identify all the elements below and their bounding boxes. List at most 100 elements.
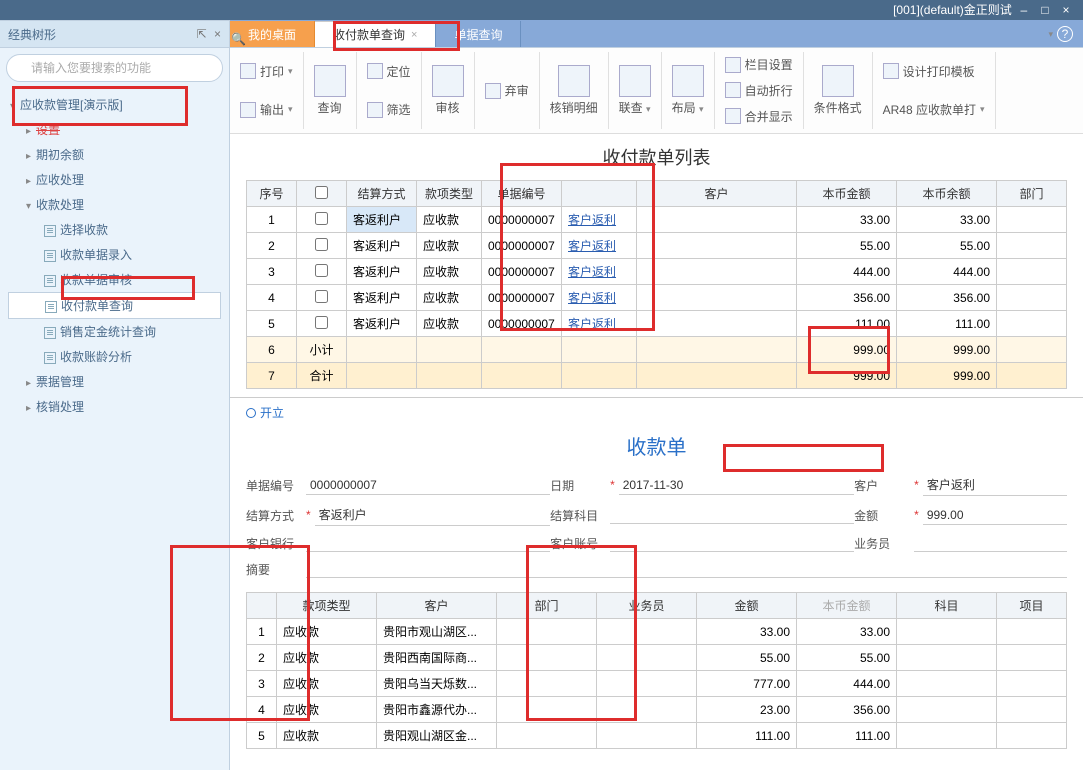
customer-link[interactable]: 客户返利 xyxy=(568,291,616,305)
tree-item-hexiao[interactable]: ▸核销处理 xyxy=(8,394,221,419)
customer-link[interactable]: 客户返利 xyxy=(568,265,616,279)
select-all-checkbox[interactable] xyxy=(315,186,328,199)
filter-button[interactable]: 筛选 xyxy=(367,99,411,120)
printer-icon xyxy=(240,63,256,79)
tree-item-shenhe[interactable]: 收款单据审核 xyxy=(8,267,221,292)
customer-link[interactable]: 客户返利 xyxy=(568,213,616,227)
col-jsfs[interactable]: 结算方式 xyxy=(347,181,417,207)
table-row[interactable]: 1 客返利户应收款 0000000007客户返利 33.0033.00 xyxy=(247,207,1067,233)
tree-item-setup[interactable]: ▸设置 xyxy=(8,117,221,142)
col-kxlx[interactable]: 款项类型 xyxy=(417,181,482,207)
col-bbje[interactable]: 本币金额 xyxy=(797,181,897,207)
tree-item-chaxun[interactable]: 收付款单查询 xyxy=(8,292,221,319)
field-kehu[interactable]: 客户返利 xyxy=(923,474,1067,496)
tree-item-luru[interactable]: 收款单据录入 xyxy=(8,242,221,267)
field-khzh[interactable] xyxy=(610,534,854,552)
doc-icon xyxy=(44,225,56,237)
field-ywy[interactable] xyxy=(914,534,1067,552)
min-button[interactable]: – xyxy=(1015,0,1033,20)
table-row[interactable]: 2 客返利户应收款 0000000007客户返利 55.0055.00 xyxy=(247,233,1067,259)
list-title: 收付款单列表 xyxy=(230,134,1083,180)
search-input[interactable] xyxy=(6,54,223,82)
doc-icon xyxy=(44,250,56,262)
tree-item-xuanze[interactable]: 选择收款 xyxy=(8,217,221,242)
customer-link[interactable]: 客户返利 xyxy=(568,317,616,331)
filter-icon xyxy=(367,102,383,118)
table-row[interactable]: 5 客返利户应收款 0000000007客户返利 111.00111.00 xyxy=(247,311,1067,337)
field-jine[interactable]: 999.00 xyxy=(923,506,1067,525)
lanmu-button[interactable]: 栏目设置 xyxy=(725,54,793,75)
tree-item-shoukuan[interactable]: ▾收款处理 xyxy=(8,192,221,217)
sidebar-title: 经典树形 xyxy=(8,26,56,43)
columns-icon xyxy=(725,57,741,73)
query-button[interactable]: 查询 xyxy=(314,63,346,118)
format-icon xyxy=(822,65,854,97)
tree-root[interactable]: ▾应收款管理[演示版] xyxy=(8,92,221,117)
col-xuhao[interactable]: 序号 xyxy=(247,181,297,207)
close-icon[interactable]: × xyxy=(214,27,221,41)
col-checkbox[interactable] xyxy=(297,181,347,207)
field-zhaiyao[interactable] xyxy=(306,560,1067,578)
zhehang-button[interactable]: 自动折行 xyxy=(725,80,793,101)
abandon-button[interactable]: 弃审 xyxy=(485,80,529,101)
field-riqi[interactable]: 2017-11-30 xyxy=(619,476,854,495)
detail-icon xyxy=(558,65,590,97)
ar48-button[interactable]: AR48 应收款单打▾ xyxy=(883,99,985,120)
table-row[interactable]: 4 客返利户应收款 0000000007客户返利 356.00356.00 xyxy=(247,285,1067,311)
table-row[interactable]: 3应收款贵阳乌当天烁数...777.00444.00 xyxy=(247,671,1067,697)
detail-title: 收款单 xyxy=(246,427,1067,470)
col-bumen[interactable]: 部门 xyxy=(997,181,1067,207)
row-checkbox[interactable] xyxy=(315,290,328,303)
hebing-button[interactable]: 合并显示 xyxy=(725,106,793,127)
template-icon xyxy=(883,63,899,79)
dayin-button[interactable]: 设计打印模板 xyxy=(883,61,975,82)
tab-query[interactable]: 收付款单查询× xyxy=(315,21,436,47)
close-icon[interactable]: × xyxy=(411,29,417,41)
table-row[interactable]: 3 客返利户应收款 0000000007客户返利 444.00444.00 xyxy=(247,259,1067,285)
table-row[interactable]: 4应收款贵阳市鑫源代办...23.00356.00 xyxy=(247,697,1067,723)
col-kehu[interactable]: 客户 xyxy=(637,181,797,207)
row-checkbox[interactable] xyxy=(315,316,328,329)
doc-icon xyxy=(44,275,56,287)
row-checkbox[interactable] xyxy=(315,238,328,251)
ribbon: 打印▾ 输出▾ 查询 定位 筛选 审核 弃审 核销明细 联查 ▾ xyxy=(230,48,1083,134)
tree-item-qichu[interactable]: ▸期初余额 xyxy=(8,142,221,167)
col-djbh[interactable]: 单据编号 xyxy=(482,181,562,207)
detail-table: 款项类型 客户 部门 业务员 金额 本币金额 科目 项目 1应收款贵阳市观山湖区… xyxy=(246,592,1067,749)
max-button[interactable]: □ xyxy=(1036,0,1054,20)
table-row[interactable]: 1应收款贵阳市观山湖区...33.0033.00 xyxy=(247,619,1067,645)
tree-item-tongji[interactable]: 销售定金统计查询 xyxy=(8,319,221,344)
table-row[interactable]: 5应收款贵阳观山湖区金...111.00111.00 xyxy=(247,723,1067,749)
pin-icon[interactable]: ⇱ xyxy=(197,27,207,41)
link-icon xyxy=(619,65,651,97)
liancha-button[interactable]: 联查 ▾ xyxy=(619,63,651,118)
tree-item-yingshou[interactable]: ▸应收处理 xyxy=(8,167,221,192)
export-button[interactable]: 输出▾ xyxy=(240,99,293,120)
field-jsfs[interactable]: 客返利户 xyxy=(315,504,550,526)
sidebar-controls: ⇱ × xyxy=(193,27,221,41)
tab-bill[interactable]: 单据查询 xyxy=(436,21,521,47)
tree-item-zhangling[interactable]: 收款账龄分析 xyxy=(8,344,221,369)
help-button[interactable]: ▾? xyxy=(1038,21,1083,47)
row-checkbox[interactable] xyxy=(315,264,328,277)
layout-icon xyxy=(672,65,704,97)
sidebar-header: 经典树形 ⇱ × xyxy=(0,20,229,48)
buju-button[interactable]: 布局 ▾ xyxy=(672,63,704,118)
export-icon xyxy=(240,102,256,118)
print-button[interactable]: 打印▾ xyxy=(240,61,293,82)
locate-button[interactable]: 定位 xyxy=(367,61,411,82)
customer-link[interactable]: 客户返利 xyxy=(568,239,616,253)
audit-button[interactable]: 审核 xyxy=(432,63,464,118)
col-kehu-link[interactable] xyxy=(562,181,637,207)
field-djbh[interactable]: 0000000007 xyxy=(306,476,550,495)
tiaojian-button[interactable]: 条件格式 xyxy=(814,63,862,118)
row-checkbox[interactable] xyxy=(315,212,328,225)
field-jskm[interactable] xyxy=(610,506,854,524)
field-khyh[interactable] xyxy=(306,534,550,552)
tree-item-piaoju[interactable]: ▸票据管理 xyxy=(8,369,221,394)
sidebar: 经典树形 ⇱ × 🔍 ▾应收款管理[演示版] ▸设置 ▸期初余额 ▸应收处理 ▾… xyxy=(0,20,230,770)
close-button[interactable]: × xyxy=(1057,0,1075,20)
col-bbye[interactable]: 本币余额 xyxy=(897,181,997,207)
hxmx-button[interactable]: 核销明细 xyxy=(550,63,598,118)
table-row[interactable]: 2应收款贵阳西南国际商...55.0055.00 xyxy=(247,645,1067,671)
